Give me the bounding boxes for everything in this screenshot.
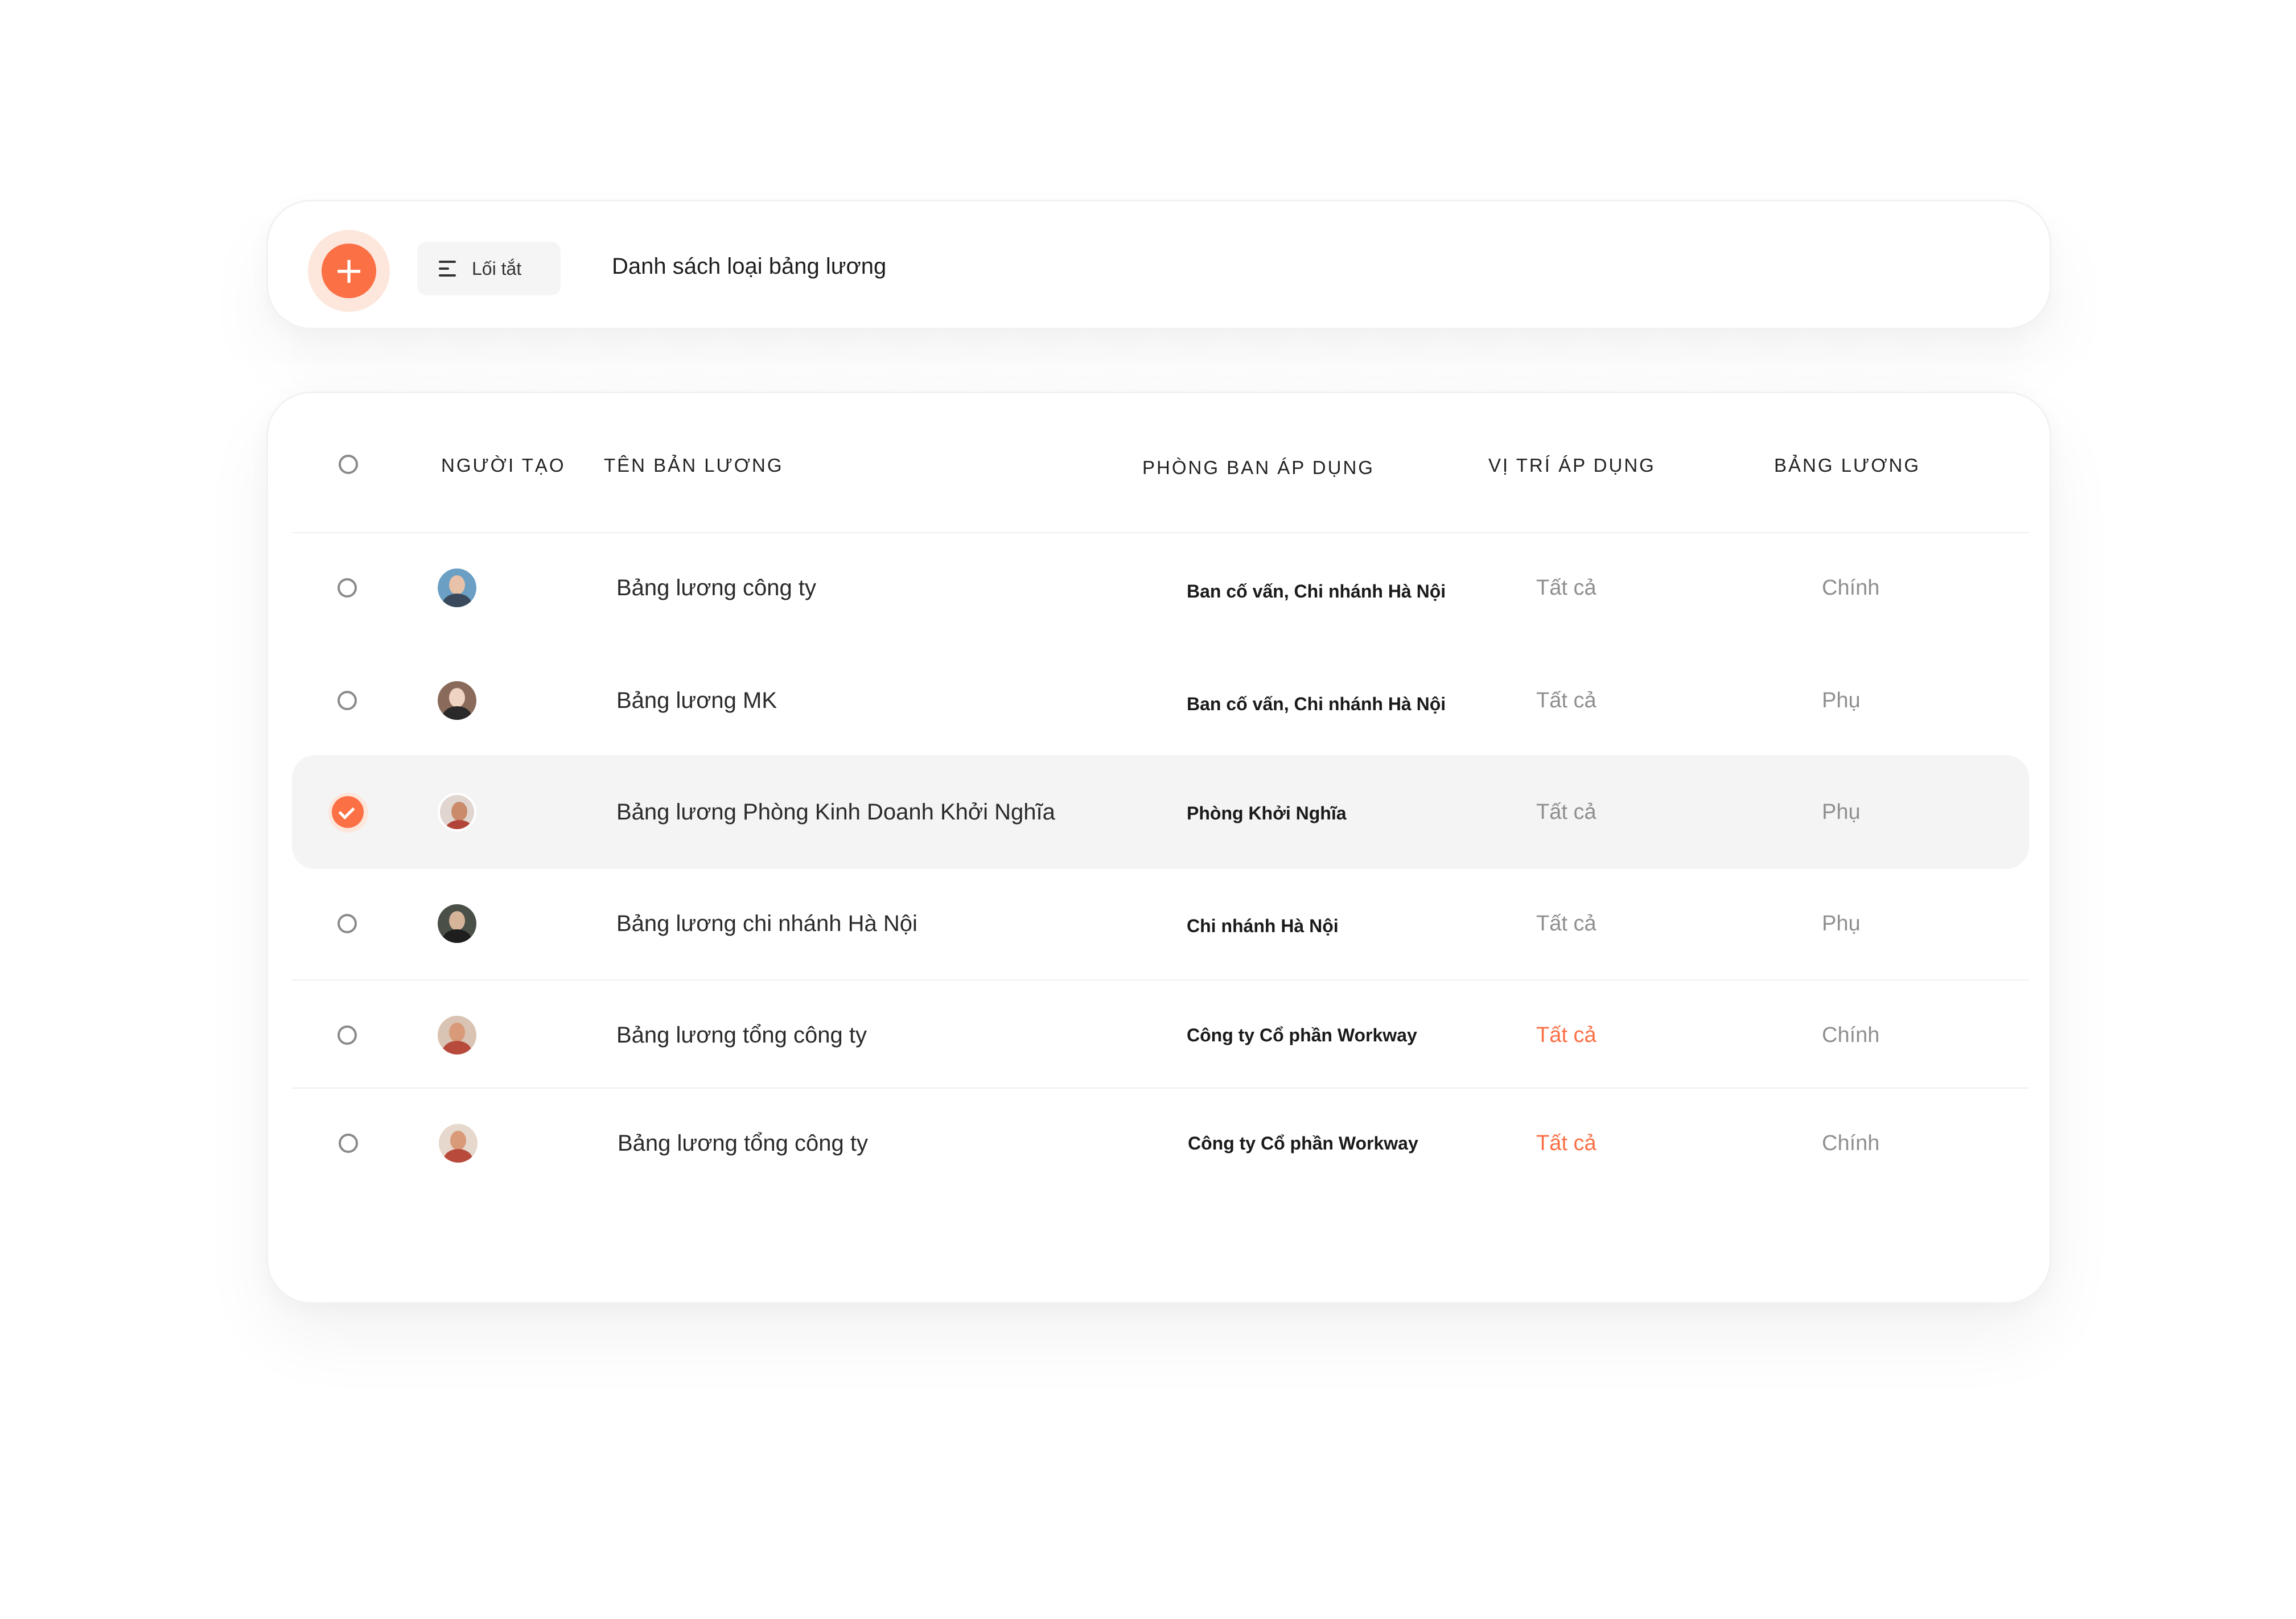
salary-name: Bảng lương công ty xyxy=(616,575,816,600)
salary-name: Bảng lương Phòng Kinh Doanh Khởi Nghĩa xyxy=(616,800,1055,825)
avatar xyxy=(438,793,476,831)
salary-department: Ban cố vấn, Chi nhánh Hà Nội xyxy=(1187,694,1446,714)
row-checkbox[interactable] xyxy=(338,914,357,933)
row-checkbox[interactable] xyxy=(339,1134,358,1153)
salary-department: Phòng Khởi Nghĩa xyxy=(1187,803,1347,823)
salary-department: Ban cố vấn, Chi nhánh Hà Nội xyxy=(1187,581,1446,602)
header-name: TÊN BẢN LƯƠNG xyxy=(604,455,784,476)
toolbar: + Lối tắt Danh sách loại bảng lương xyxy=(266,200,2051,329)
salary-name: Bảng lương tổng công ty xyxy=(618,1131,868,1156)
salary-type: Chính xyxy=(1822,576,1880,600)
table-row[interactable]: Bảng lương tổng công ty Công ty Cổ phần … xyxy=(292,1086,2029,1200)
select-all-checkbox[interactable] xyxy=(339,455,358,474)
salary-position: Tất cả xyxy=(1536,912,1596,936)
salary-position: Tất cả xyxy=(1536,576,1596,600)
table-row[interactable]: Bảng lương tổng công ty Công ty Cổ phần … xyxy=(292,978,2029,1092)
row-checkbox[interactable] xyxy=(338,1025,357,1045)
salary-name: Bảng lương chi nhánh Hà Nội xyxy=(616,911,917,936)
page-title: Danh sách loại bảng lương xyxy=(612,254,887,279)
salary-department: Chi nhánh Hà Nội xyxy=(1187,916,1339,936)
salary-type: Phụ xyxy=(1822,912,1861,936)
row-checkbox[interactable] xyxy=(338,578,357,598)
row-checkbox-checked[interactable] xyxy=(332,796,364,828)
salary-type: Chính xyxy=(1822,1023,1880,1047)
salary-type: Chính xyxy=(1822,1131,1880,1155)
avatar xyxy=(438,1016,476,1054)
table-row[interactable]: Bảng lương MK Ban cố vấn, Chi nhánh Hà N… xyxy=(292,644,2029,757)
salary-type: Phụ xyxy=(1822,800,1861,824)
salary-department: Công ty Cổ phần Workway xyxy=(1188,1133,1418,1154)
header-type: BẢNG LƯƠNG xyxy=(1774,455,1921,476)
header-creator: NGƯỜI TẠO xyxy=(441,455,566,476)
shortcut-label: Lối tắt xyxy=(472,258,522,279)
salary-name: Bảng lương tổng công ty xyxy=(616,1023,867,1048)
salary-table: NGƯỜI TẠO TÊN BẢN LƯƠNG PHÒNG BAN ÁP DỤN… xyxy=(266,392,2051,1304)
table-row[interactable]: Bảng lương chi nhánh Hà Nội Chi nhánh Hà… xyxy=(292,867,2029,981)
avatar xyxy=(438,568,476,607)
header-department: PHÒNG BAN ÁP DỤNG xyxy=(1142,457,1375,478)
avatar xyxy=(438,681,476,720)
menu-lines-icon xyxy=(439,259,457,278)
salary-type: Phụ xyxy=(1822,689,1861,712)
add-button[interactable]: + xyxy=(322,244,376,298)
header-position: VỊ TRÍ ÁP DỤNG xyxy=(1488,455,1656,476)
salary-position: Tất cả xyxy=(1536,1131,1596,1155)
row-checkbox[interactable] xyxy=(338,691,357,710)
salary-position: Tất cả xyxy=(1536,689,1596,712)
salary-position: Tất cả xyxy=(1536,1023,1596,1047)
salary-name: Bảng lương MK xyxy=(616,688,777,713)
plus-icon: + xyxy=(334,250,364,292)
shortcut-button[interactable]: Lối tắt xyxy=(417,242,561,295)
table-row-selected[interactable]: Bảng lương Phòng Kinh Doanh Khởi Nghĩa P… xyxy=(292,755,2029,869)
salary-department: Công ty Cổ phần Workway xyxy=(1187,1025,1417,1045)
table-row[interactable]: Bảng lương công ty Ban cố vấn, Chi nhánh… xyxy=(292,531,2029,645)
avatar xyxy=(438,904,476,943)
avatar xyxy=(439,1124,478,1163)
salary-position: Tất cả xyxy=(1536,800,1596,824)
